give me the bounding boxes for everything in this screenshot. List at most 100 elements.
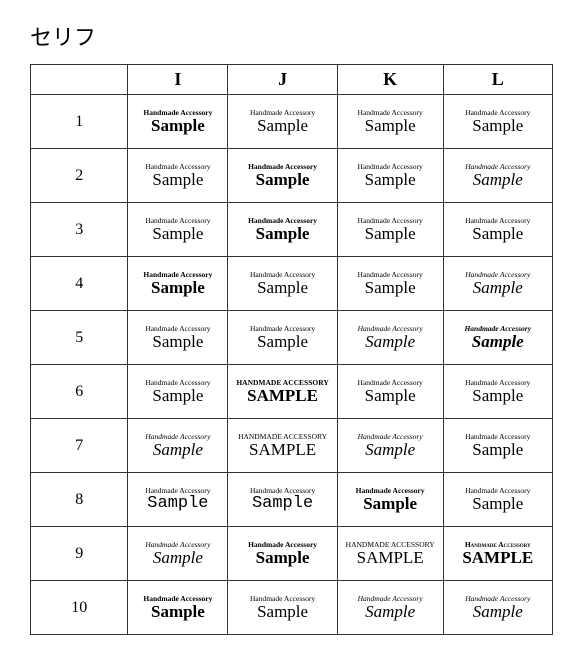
table-cell: Handmade AccessorySample <box>337 581 443 635</box>
table-row: 8Handmade AccessorySampleHandmade Access… <box>31 473 553 527</box>
cell-bottom-text: Sample <box>257 333 308 352</box>
cell-bottom-text: Sample <box>256 225 310 244</box>
cell-bottom-text: Sample <box>365 279 416 298</box>
cell-bottom-text: Sample <box>256 549 310 568</box>
col-header-L: L <box>443 65 553 95</box>
row-number: 9 <box>31 527 128 581</box>
table-cell: Handmade AccessorySample <box>228 473 337 527</box>
table-cell: Handmade AccessorySample <box>443 257 553 311</box>
cell-bottom-text: SAMPLE <box>357 549 424 568</box>
row-number: 3 <box>31 203 128 257</box>
table-cell: Handmade AccessorySample <box>228 95 337 149</box>
cell-bottom-text: Sample <box>473 603 523 622</box>
table-cell: Handmade AccessorySample <box>128 203 228 257</box>
table-cell: Handmade AccessorySample <box>228 203 337 257</box>
table-row: 3Handmade AccessorySampleHandmade Access… <box>31 203 553 257</box>
cell-bottom-text: Sample <box>472 441 523 460</box>
cell-bottom-text: Sample <box>257 279 308 298</box>
table-row: 10Handmade AccessorySampleHandmade Acces… <box>31 581 553 635</box>
table-cell: Handmade AccessorySample <box>337 149 443 203</box>
table-cell: Handmade AccessorySample <box>337 365 443 419</box>
cell-bottom-text: Sample <box>473 171 523 190</box>
cell-bottom-text: Sample <box>152 225 203 244</box>
cell-bottom-text: Sample <box>151 603 205 622</box>
cell-bottom-text: Sample <box>152 171 203 190</box>
cell-bottom-text: Sample <box>472 117 523 136</box>
table-cell: HANDMADE ACCESSORYSAMPLE <box>228 365 337 419</box>
row-number: 2 <box>31 149 128 203</box>
table-row: 2Handmade AccessorySampleHandmade Access… <box>31 149 553 203</box>
cell-bottom-text: SAMPLE <box>462 549 533 568</box>
row-number: 1 <box>31 95 128 149</box>
cell-bottom-text: Sample <box>152 333 203 352</box>
table-cell: Handmade AccessorySample <box>128 149 228 203</box>
table-row: 1Handmade AccessorySampleHandmade Access… <box>31 95 553 149</box>
cell-bottom-text: Sample <box>256 171 310 190</box>
table-cell: Handmade AccessorySample <box>228 149 337 203</box>
cell-bottom-text: Sample <box>151 279 205 298</box>
table-header-row: I J K L <box>31 65 553 95</box>
row-number: 7 <box>31 419 128 473</box>
table-cell: Handmade AccessorySample <box>128 419 228 473</box>
row-number: 4 <box>31 257 128 311</box>
cell-bottom-text: Sample <box>472 225 523 244</box>
cell-bottom-text: Sample <box>365 441 415 460</box>
cell-bottom-text: Sample <box>152 387 203 406</box>
cell-bottom-text: Sample <box>365 225 416 244</box>
table-cell: Handmade AccessorySample <box>443 311 553 365</box>
table-cell: Handmade AccessorySample <box>228 257 337 311</box>
cell-bottom-text: Sample <box>257 117 308 136</box>
table-cell: Handmade AccessorySample <box>337 473 443 527</box>
table-cell: Handmade AccessorySample <box>228 311 337 365</box>
table-cell: Handmade AccessorySample <box>443 419 553 473</box>
table-cell: HANDMADE ACCESSORYSAMPLE <box>228 419 337 473</box>
table-row: 4Handmade AccessorySampleHandmade Access… <box>31 257 553 311</box>
table-row: 9Handmade AccessorySampleHandmade Access… <box>31 527 553 581</box>
table-cell: Handmade AccessorySample <box>443 473 553 527</box>
cell-bottom-text: Sample <box>153 549 203 568</box>
table-cell: Handmade AccessorySample <box>128 473 228 527</box>
table-cell: Handmade AccessorySample <box>228 527 337 581</box>
table-cell: Handmade AccessorySample <box>128 95 228 149</box>
cell-bottom-text: Sample <box>472 495 523 514</box>
cell-bottom-text: Sample <box>365 117 416 136</box>
page-title: セリフ <box>30 20 553 52</box>
table-cell: Handmade AccessorySample <box>337 419 443 473</box>
cell-bottom-text: Sample <box>472 333 524 352</box>
table-cell: Handmade AccessorySample <box>128 581 228 635</box>
table-cell: Handmade AccessorySample <box>128 257 228 311</box>
col-header-I: I <box>128 65 228 95</box>
table-cell: Handmade AccessorySample <box>337 311 443 365</box>
table-cell: Handmade AccessorySample <box>443 581 553 635</box>
table-cell: Handmade AccessorySample <box>128 311 228 365</box>
table-cell: Handmade AccessorySample <box>443 95 553 149</box>
cell-bottom-text: Sample <box>151 117 205 136</box>
col-header-empty <box>31 65 128 95</box>
table-row: 6Handmade AccessorySampleHANDMADE ACCESS… <box>31 365 553 419</box>
cell-bottom-text: Sample <box>363 495 417 514</box>
cell-bottom-text: SAMPLE <box>249 441 316 460</box>
cell-bottom-text: Sample <box>365 333 415 352</box>
cell-bottom-text: Sample <box>473 279 523 298</box>
table-cell: Handmade AccessorySample <box>443 149 553 203</box>
cell-bottom-text: SAMPLE <box>247 387 318 406</box>
cell-bottom-text: Sample <box>365 387 416 406</box>
table-row: 5Handmade AccessorySampleHandmade Access… <box>31 311 553 365</box>
font-sample-table: I J K L 1Handmade AccessorySampleHandmad… <box>30 64 553 635</box>
table-cell: Handmade AccessorySample <box>128 527 228 581</box>
cell-bottom-text: Sample <box>365 171 416 190</box>
table-cell: Handmade AccessorySample <box>337 257 443 311</box>
row-number: 10 <box>31 581 128 635</box>
table-cell: Handmade AccessorySample <box>443 365 553 419</box>
row-number: 6 <box>31 365 128 419</box>
cell-bottom-text: Sample <box>365 603 415 622</box>
table-cell: Handmade AccessorySample <box>443 203 553 257</box>
row-number: 8 <box>31 473 128 527</box>
table-cell: Handmade AccessorySample <box>337 203 443 257</box>
table-cell: Handmade AccessorySample <box>128 365 228 419</box>
table-cell: Handmade AccessorySample <box>228 581 337 635</box>
table-cell: HANDMADE ACCESSORYSAMPLE <box>337 527 443 581</box>
cell-bottom-text: Sample <box>257 603 308 622</box>
row-number: 5 <box>31 311 128 365</box>
cell-bottom-text: Sample <box>252 495 313 514</box>
